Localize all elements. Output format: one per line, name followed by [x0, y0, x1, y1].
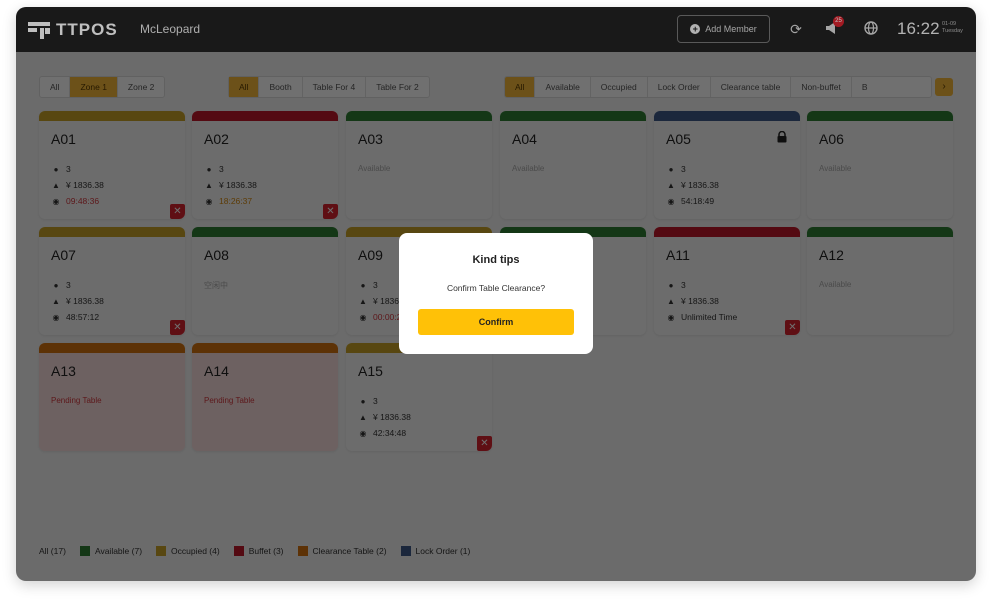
confirm-button[interactable]: Confirm [418, 309, 574, 335]
header-dim-overlay [16, 7, 976, 52]
app-window: TTPOS McLeopard + Add Member ⟳ 25 16:22 … [16, 7, 976, 581]
dialog-message: Confirm Table Clearance? [446, 283, 546, 293]
kind-tips-dialog: Kind tips Confirm Table Clearance? Confi… [399, 233, 593, 354]
dialog-title: Kind tips [472, 254, 520, 266]
